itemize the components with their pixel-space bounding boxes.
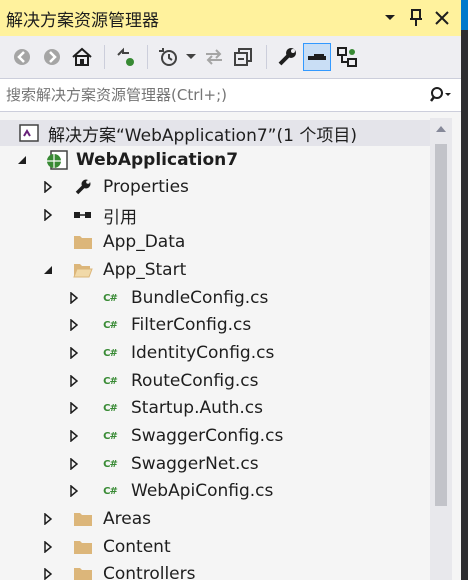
search-icon[interactable]	[421, 80, 461, 110]
pin-icon[interactable]	[405, 7, 427, 29]
tree-item-areas[interactable]: Areas	[0, 506, 430, 532]
collapse-all-icon[interactable]	[230, 43, 258, 71]
forward-icon[interactable]	[38, 43, 66, 71]
close-icon[interactable]	[431, 7, 453, 29]
preview-icon[interactable]	[303, 43, 331, 71]
web-project-icon	[46, 149, 68, 171]
content-label: Content	[103, 537, 171, 557]
areas-label: Areas	[103, 509, 151, 529]
collapsed-arrow-icon[interactable]	[68, 430, 80, 442]
title-bar: 解决方案资源管理器	[0, 0, 461, 36]
tree-item-project[interactable]: WebApplication7	[0, 147, 430, 173]
collapsed-arrow-icon[interactable]	[42, 181, 54, 193]
app-data-label: App_Data	[103, 232, 186, 252]
scroll-up-icon[interactable]	[430, 118, 452, 140]
references-label: 引用	[103, 207, 137, 228]
collapsed-arrow-icon[interactable]	[68, 402, 80, 414]
sync-icon[interactable]	[111, 43, 139, 71]
folder-icon	[72, 536, 94, 558]
csharp-file-icon: C#	[103, 347, 118, 359]
collapsed-arrow-icon[interactable]	[42, 541, 54, 553]
collapsed-arrow-icon[interactable]	[68, 375, 80, 387]
file-label: RouteConfig.cs	[131, 371, 259, 391]
folder-icon	[72, 563, 94, 580]
open-folder-icon	[72, 259, 94, 281]
file-label: FilterConfig.cs	[131, 315, 252, 335]
history-icon[interactable]	[154, 43, 182, 71]
tree-item-file[interactable]: C# IdentityConfig.cs	[0, 340, 430, 366]
tree-item-file[interactable]: C# BundleConfig.cs	[0, 285, 430, 311]
solution-tree: 解决方案“WebApplication7”(1 个项目) WebApplicat…	[0, 118, 430, 580]
properties-wrench-icon[interactable]	[273, 43, 301, 71]
dropdown-icon[interactable]	[379, 7, 401, 29]
toolbar-separator	[147, 45, 148, 69]
search-box	[0, 78, 461, 112]
solution-label: 解决方案“WebApplication7”(1 个项目)	[48, 125, 357, 146]
tree-item-file[interactable]: C# FilterConfig.cs	[0, 312, 430, 338]
collapsed-arrow-icon[interactable]	[68, 292, 80, 304]
tree-item-controllers[interactable]: Controllers	[0, 561, 430, 580]
file-label: WebApiConfig.cs	[131, 481, 274, 501]
app-start-label: App_Start	[103, 260, 187, 280]
csharp-file-icon: C#	[103, 292, 118, 304]
tree-item-file[interactable]: C# WebApiConfig.cs	[0, 478, 430, 504]
solution-icon	[18, 122, 40, 144]
csharp-file-icon: C#	[103, 485, 118, 497]
collapsed-arrow-icon[interactable]	[42, 209, 54, 221]
search-input[interactable]	[0, 79, 421, 111]
vertical-scrollbar[interactable]	[430, 118, 452, 580]
file-label: BundleConfig.cs	[131, 288, 269, 308]
collapsed-arrow-icon[interactable]	[42, 513, 54, 525]
controllers-label: Controllers	[103, 564, 196, 580]
csharp-file-icon: C#	[103, 430, 118, 442]
home-icon[interactable]	[68, 43, 96, 71]
csharp-file-icon: C#	[103, 375, 118, 387]
tree-item-file[interactable]: C# Startup.Auth.cs	[0, 395, 430, 421]
tree-item-app-data[interactable]: App_Data	[0, 229, 430, 255]
tree-item-file[interactable]: C# SwaggerNet.cs	[0, 451, 430, 477]
toolbar-separator	[266, 45, 267, 69]
collapsed-arrow-icon[interactable]	[42, 568, 54, 580]
csharp-file-icon: C#	[103, 319, 118, 331]
folder-icon	[72, 508, 94, 530]
toolbar	[0, 36, 461, 78]
history-dropdown-icon[interactable]	[184, 43, 198, 71]
wrench-icon	[72, 176, 94, 198]
back-icon[interactable]	[8, 43, 36, 71]
tree-item-solution[interactable]: 解决方案“WebApplication7”(1 个项目)	[0, 120, 430, 146]
references-icon	[72, 204, 94, 226]
tree-item-app-start[interactable]: App_Start	[0, 257, 430, 283]
toolbar-separator	[104, 45, 105, 69]
folder-icon	[72, 231, 94, 253]
csharp-file-icon: C#	[103, 402, 118, 414]
tree-item-file[interactable]: C# RouteConfig.cs	[0, 368, 430, 394]
collapsed-arrow-icon[interactable]	[68, 319, 80, 331]
csharp-file-icon: C#	[103, 458, 118, 470]
tree-item-file[interactable]: C# SwaggerConfig.cs	[0, 423, 430, 449]
collapsed-arrow-icon[interactable]	[68, 458, 80, 470]
file-label: IdentityConfig.cs	[131, 343, 275, 363]
tree-item-content[interactable]: Content	[0, 534, 430, 560]
project-label: WebApplication7	[76, 150, 239, 170]
expanded-arrow-icon[interactable]	[16, 154, 28, 166]
file-label: SwaggerNet.cs	[131, 454, 259, 474]
collapsed-arrow-icon[interactable]	[68, 347, 80, 359]
panel-title: 解决方案资源管理器	[6, 10, 159, 31]
tree-item-properties[interactable]: Properties	[0, 174, 430, 200]
view-class-diagram-icon[interactable]	[333, 43, 361, 71]
collapsed-arrow-icon[interactable]	[68, 485, 80, 497]
refresh-icon[interactable]	[200, 43, 228, 71]
solution-explorer-panel: 解决方案资源管理器 搜索解决方案资源管理器(Ctrl+;) 解决方案“WebAp…	[0, 0, 461, 580]
properties-label: Properties	[103, 177, 189, 197]
tree-item-references[interactable]: 引用	[0, 202, 430, 228]
scrollbar-thumb[interactable]	[435, 144, 447, 506]
file-label: SwaggerConfig.cs	[131, 426, 284, 446]
file-label: Startup.Auth.cs	[131, 398, 263, 418]
expanded-arrow-icon[interactable]	[42, 264, 54, 276]
window-edge	[461, 0, 468, 580]
